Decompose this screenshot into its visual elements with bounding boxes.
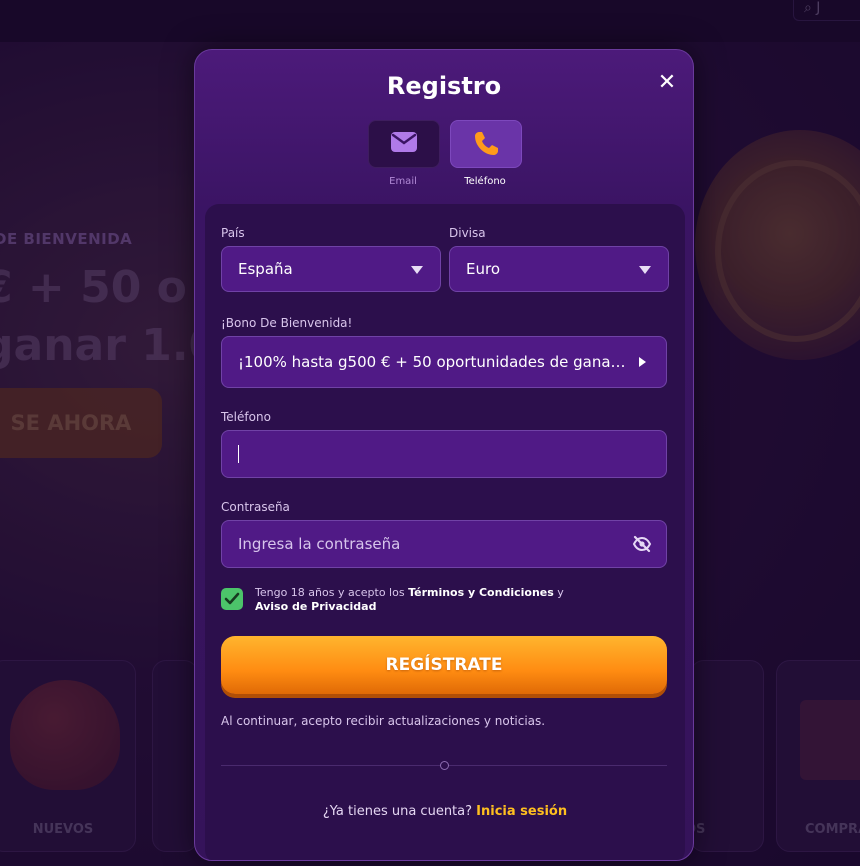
bonus-select[interactable]: ¡100% hasta g500 € + 50 oportunidades de… — [221, 336, 667, 388]
text-cursor — [238, 445, 239, 463]
chevron-down-icon — [639, 266, 651, 274]
tab-email-label: Email — [389, 176, 417, 187]
divider-dot — [440, 761, 449, 770]
chevron-down-icon — [411, 266, 423, 274]
tab-phone[interactable] — [450, 120, 522, 168]
modal-title: Registro — [386, 72, 502, 100]
close-icon[interactable]: ✕ — [656, 72, 678, 94]
terms-prefix: Tengo 18 años y acepto los — [255, 586, 409, 599]
play-arrow-icon — [639, 357, 646, 367]
registration-form: País España Divisa Euro ¡Bono De Bienven… — [205, 204, 685, 860]
country-value: España — [238, 260, 293, 278]
password-input[interactable] — [222, 521, 666, 567]
tab-phone-label: Teléfono — [464, 176, 506, 187]
terms-and: y — [553, 586, 564, 599]
currency-label: Divisa — [449, 226, 486, 240]
phone-input[interactable] — [221, 430, 667, 478]
register-button[interactable]: REGÍSTRATE — [221, 636, 667, 694]
terms-link[interactable]: Términos y Condiciones — [408, 586, 554, 599]
tab-email[interactable] — [368, 120, 440, 168]
phone-icon — [475, 132, 498, 155]
terms-text: Tengo 18 años y acepto los Términos y Co… — [255, 586, 585, 614]
checkmark-icon — [224, 592, 240, 605]
bonus-label: ¡Bono De Bienvenida! — [221, 316, 353, 330]
eye-off-icon[interactable] — [632, 534, 652, 554]
country-select[interactable]: España — [221, 246, 441, 292]
currency-select[interactable]: Euro — [449, 246, 669, 292]
privacy-link[interactable]: Aviso de Privacidad — [255, 600, 376, 613]
country-label: País — [221, 226, 245, 240]
currency-value: Euro — [466, 260, 500, 278]
bonus-value: ¡100% hasta g500 € + 50 oportunidades de… — [238, 353, 628, 371]
login-question: ¿Ya tienes una cuenta? — [322, 804, 473, 819]
password-field — [221, 520, 667, 568]
registration-modal: Registro ✕ Email Teléfono País España Di… — [194, 49, 694, 861]
login-prompt: ¿Ya tienes una cuenta? Inicia sesión — [205, 804, 685, 819]
terms-checkbox[interactable] — [221, 588, 243, 610]
login-link[interactable]: Inicia sesión — [476, 804, 567, 819]
phone-label: Teléfono — [221, 410, 271, 424]
envelope-icon — [391, 132, 417, 152]
password-label: Contraseña — [221, 500, 290, 514]
updates-notice: Al continuar, acepto recibir actualizaci… — [221, 714, 546, 728]
